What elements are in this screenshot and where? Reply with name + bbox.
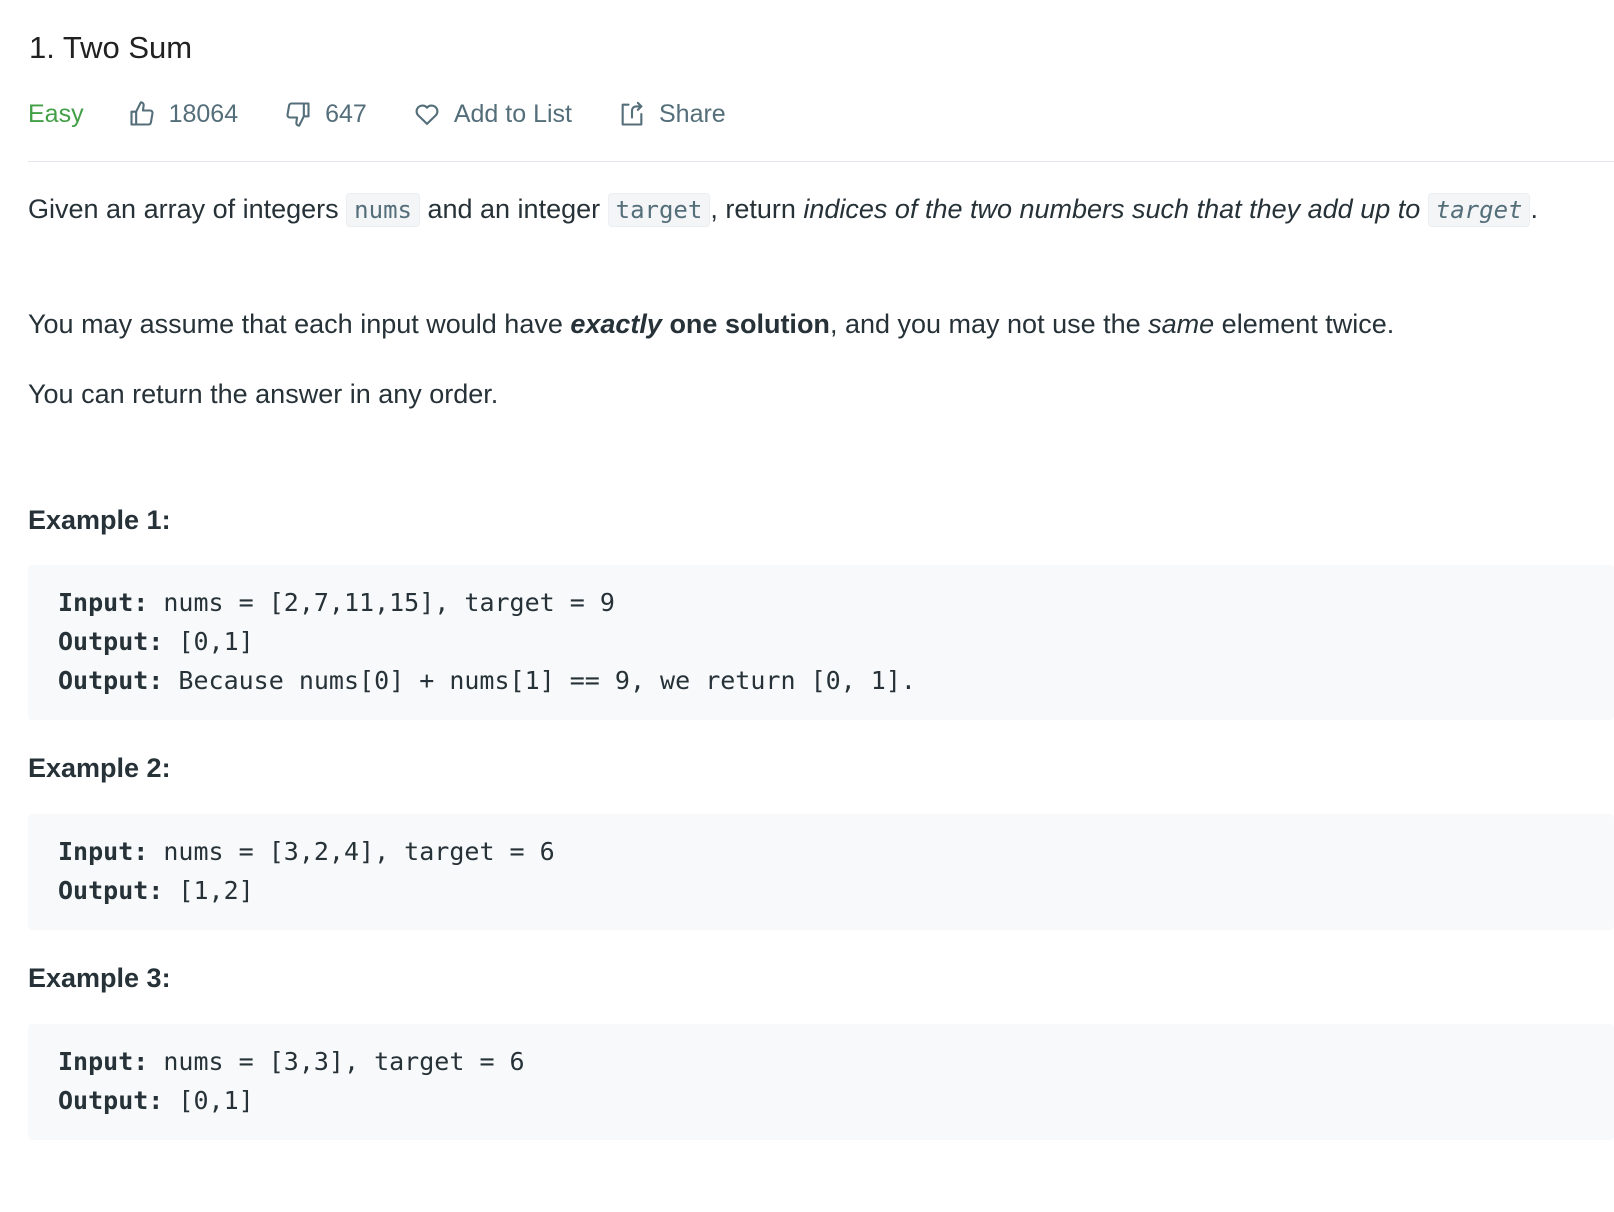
example-value: [0,1] <box>163 1086 254 1115</box>
desc-text: . <box>1530 194 1538 224</box>
share-button[interactable]: Share <box>618 100 726 129</box>
example-3-block: Input: nums = [3,3], target = 6 Output: … <box>28 1024 1614 1140</box>
desc-italic-text: same <box>1148 309 1215 339</box>
difficulty-badge: Easy <box>28 99 84 128</box>
example-label: Output: <box>58 666 164 695</box>
inline-code-target: target <box>607 193 711 227</box>
desc-italic-text: indices of the two numbers such that the… <box>803 194 1421 224</box>
share-icon <box>621 101 643 126</box>
example-1-title: Example 1: <box>28 505 171 535</box>
add-to-list-button[interactable]: Add to List <box>413 100 572 129</box>
thumbs-up-icon <box>130 101 154 126</box>
thumbs-down-icon <box>286 102 310 127</box>
dislikes-count: 647 <box>325 99 367 128</box>
example-label: Output: <box>58 876 164 905</box>
example-value: Because nums[0] + nums[1] == 9, we retur… <box>163 666 916 695</box>
description-paragraph-2: You may assume that each input would hav… <box>28 303 1588 346</box>
example-line: Input: nums = [3,2,4], target = 6 <box>58 832 1584 871</box>
example-2-block: Input: nums = [3,2,4], target = 6 Output… <box>28 814 1614 930</box>
problem-title: 1. Two Sum <box>29 30 193 65</box>
desc-text: , return <box>710 194 804 224</box>
example-value: nums = [3,3], target = 6 <box>148 1047 525 1076</box>
heart-icon <box>415 104 439 125</box>
description-paragraph-1: Given an array of integers nums and an i… <box>28 188 1588 232</box>
example-line: Output: [1,2] <box>58 871 1584 910</box>
description-paragraph-3: You can return the answer in any order. <box>28 379 499 409</box>
desc-text: You may assume that each input would hav… <box>28 309 571 339</box>
desc-bold-text: one solution <box>661 309 830 339</box>
example-value: nums = [2,7,11,15], target = 9 <box>148 588 615 617</box>
share-label: Share <box>658 99 726 128</box>
desc-text <box>1420 194 1428 224</box>
desc-text: element twice. <box>1214 309 1395 339</box>
example-line: Output: [0,1] <box>58 1081 1584 1120</box>
example-2-title: Example 2: <box>28 753 171 783</box>
example-label: Output: <box>58 627 164 656</box>
example-label: Output: <box>58 1086 164 1115</box>
example-value: [0,1] <box>163 627 254 656</box>
problem-page: 1. Two Sum Easy 18064 647 Add to List Sh… <box>0 0 1614 1212</box>
example-line: Input: nums = [2,7,11,15], target = 9 <box>58 583 1584 622</box>
example-value: nums = [3,2,4], target = 6 <box>148 837 555 866</box>
example-1-block: Input: nums = [2,7,11,15], target = 9 Ou… <box>28 565 1614 720</box>
header-divider <box>28 161 1614 162</box>
desc-text: Given an array of integers <box>28 194 347 224</box>
desc-text: , and you may not use the <box>829 309 1149 339</box>
inline-code-target-italic: target <box>1427 193 1531 227</box>
dislike-button[interactable]: 647 <box>284 100 367 129</box>
example-line: Output: [0,1] <box>58 622 1584 661</box>
likes-count: 18064 <box>168 99 239 128</box>
desc-text: and an integer <box>419 194 608 224</box>
desc-bold-italic-text: exactly <box>570 309 662 339</box>
example-value: [1,2] <box>163 876 254 905</box>
example-line: Output: Because nums[0] + nums[1] == 9, … <box>58 661 1584 700</box>
like-button[interactable]: 18064 <box>128 99 239 129</box>
example-label: Input: <box>58 1047 149 1076</box>
inline-code-nums: nums <box>346 193 420 227</box>
add-to-list-label: Add to List <box>453 99 572 128</box>
problem-meta-bar: Easy 18064 647 Add to List Share <box>28 94 772 134</box>
example-label: Input: <box>58 588 149 617</box>
example-line: Input: nums = [3,3], target = 6 <box>58 1042 1584 1081</box>
example-label: Input: <box>58 837 149 866</box>
example-3-title: Example 3: <box>28 963 171 993</box>
